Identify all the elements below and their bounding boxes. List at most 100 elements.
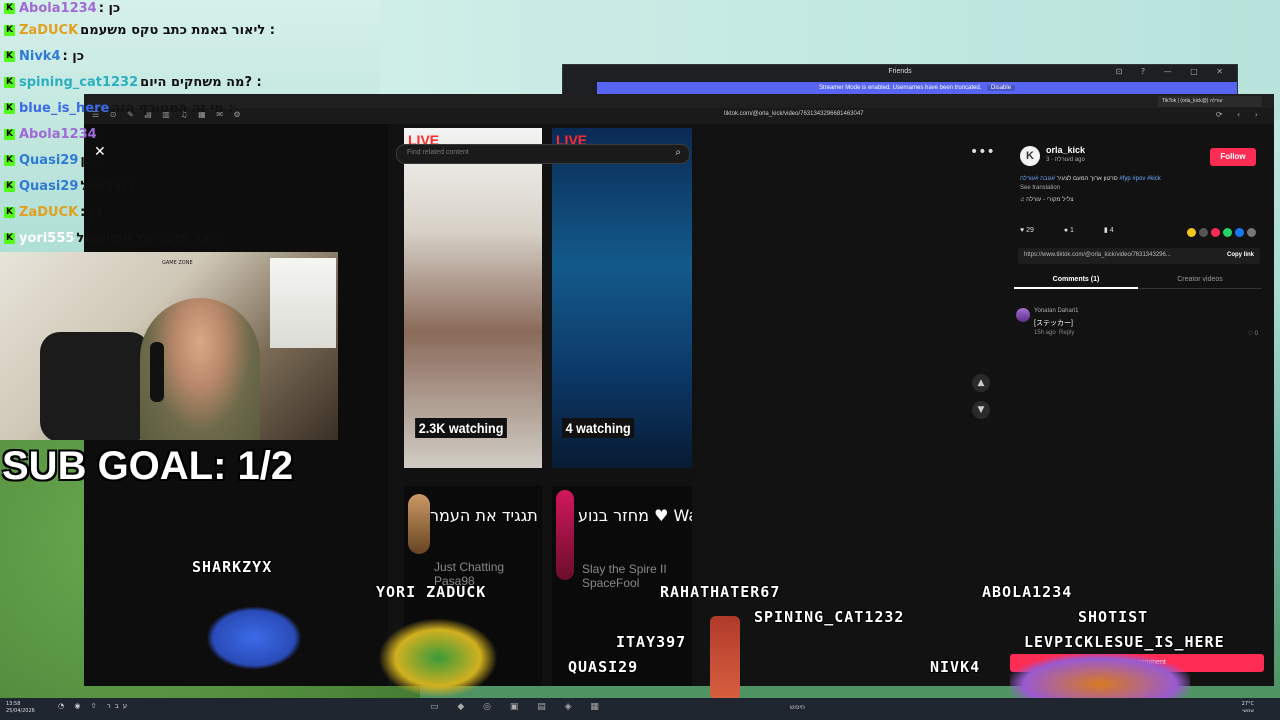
embed-icon	[1199, 228, 1208, 238]
chat-message: K Abola1234: כן	[4, 0, 120, 18]
disable-button[interactable]: Disable	[987, 85, 1016, 91]
sound-link[interactable]: ♫ צליל מקורי - עורלה	[1020, 197, 1073, 203]
search-icon[interactable]: ⌕	[675, 147, 681, 158]
feed-card[interactable]: LIVE 2.3K watching	[404, 128, 542, 468]
chevron-down-icon[interactable]: ▼	[972, 401, 990, 419]
stream-title: המקינו - תגגיד את העמר...	[430, 506, 542, 525]
viewer-name-label: SPINING_CAT1232	[754, 608, 905, 626]
share-arrow-icon	[1247, 228, 1256, 238]
comment-like[interactable]: ♡ 0	[1248, 330, 1258, 337]
taskbar-apps[interactable]: ▭ ◆ ◎ ▣ ▤ ◈ ▦	[430, 702, 607, 712]
weather-widget[interactable]: 27°C שמשי	[1242, 701, 1254, 715]
comment-username[interactable]: Yonatan Dahari1	[1034, 308, 1078, 314]
viewer-name-label: ABOLA1234	[982, 583, 1073, 601]
tab-tiktok[interactable]: TikTok | (orla_kick@) עורלה	[1158, 96, 1262, 107]
chat-username[interactable]: yori555	[19, 231, 74, 246]
chat-username[interactable]: Abola1234	[19, 1, 97, 16]
chevron-up-icon[interactable]: ▲	[972, 374, 990, 392]
chat-username[interactable]: spining_cat1232	[19, 75, 138, 90]
chat-text: אל תדבר על ספייספול :	[76, 231, 221, 246]
viewer-name-label: QUASI29	[568, 658, 639, 676]
chat-text: מי זה המטורף הזה :	[111, 101, 234, 116]
webcam-screen-label: GAME ZONE	[162, 260, 193, 266]
save-button[interactable]: ▮ 4	[1104, 227, 1128, 234]
engagement-stats: ♥ 29 ● 1 ▮ 4	[1020, 226, 1142, 234]
watching-count: 2.3K watching	[415, 418, 508, 438]
streamer-avatar	[556, 490, 574, 580]
chat-text: : כן	[98, 1, 121, 16]
more-options-icon[interactable]: •••	[970, 144, 995, 160]
kick-badge-icon: K	[4, 155, 15, 166]
streamer-mode-banner: Streamer Mode is enabled. Usernames have…	[597, 82, 1237, 94]
fighter-sprites	[378, 618, 498, 698]
kick-badge-icon: K	[4, 3, 15, 14]
chat-username[interactable]: ZaDUCK	[19, 23, 78, 38]
chat-message: K Nivk4: כן	[4, 48, 84, 66]
stream-title: מחזר בנוע ♥ Warm Weat...	[578, 506, 692, 525]
taskbar: 13:58 25/04/2026 ◔ ◉ ⇧ עבר ▭ ◆ ◎ ▣ ▤ ◈ ▦ …	[0, 698, 1280, 720]
chat-message: K ZaDUCK: כן	[4, 204, 102, 222]
kick-badge-icon: K	[4, 129, 15, 140]
chat-username[interactable]: Quasi29	[19, 153, 78, 168]
chat-message: Kblue_is_here מי זה המטורף הזה :	[4, 100, 233, 118]
viewer-name-label: SHARKZYX	[192, 558, 273, 576]
system-tray-icons[interactable]: ◔ ◉ ⇧ עבר	[58, 702, 131, 710]
copy-link-button[interactable]: Copy link	[1227, 252, 1254, 258]
nav-buttons[interactable]: ⟳ ‹ ›	[1216, 110, 1264, 119]
send-icon	[1211, 228, 1220, 238]
coin-icon	[1187, 228, 1196, 238]
chat-message: Kspining_cat1232 מה משחקים היום? :	[4, 74, 262, 92]
viewer-name-label: RAHATHATER67	[660, 583, 781, 601]
avatar[interactable]: K	[1020, 146, 1040, 166]
share-icons[interactable]	[1184, 224, 1256, 242]
chat-text: : כן	[62, 49, 85, 64]
chat-username[interactable]: Nivk4	[19, 49, 61, 64]
tab-comments[interactable]: Comments (1)	[1014, 272, 1138, 289]
microphone	[150, 342, 164, 402]
chat-text: כן :	[80, 153, 102, 168]
webcam-feed: GAME ZONE	[0, 252, 338, 440]
tab-bar: TikTok | (orla_kick@) עורלה	[84, 94, 1274, 108]
video-details-panel: K orla_kick עורלה · 3d ago Follow סרטון …	[1010, 136, 1268, 686]
chat-message: Kyori555 אל תדבר על ספייספול :	[4, 230, 221, 248]
viewer-name-label: SHOTIST	[1078, 608, 1149, 626]
viewer-name-label: LEVPICKLESUE_IS_HERE	[1024, 633, 1225, 651]
tab-creator-videos[interactable]: Creator videos	[1138, 272, 1262, 287]
video-caption: סרטון ארוך המעם לצעיר #גובה #עורלה #fyp …	[1020, 176, 1161, 182]
kick-badge-icon: K	[4, 51, 15, 62]
streamer-avatar	[408, 494, 430, 554]
chat-username[interactable]: blue_is_here	[19, 101, 109, 116]
chat-username[interactable]: Quasi29	[19, 179, 78, 194]
viewer-name-label: ITAY397	[616, 633, 687, 651]
chat-message: K ZaDUCK ליאור באמת כתב טקס משעמם :	[4, 22, 275, 40]
share-link-url[interactable]: https://www.tiktok.com/@orla_kick/video/…	[1024, 252, 1171, 258]
webcam-window	[270, 258, 336, 348]
follow-button[interactable]: Follow	[1210, 148, 1256, 166]
creator-username[interactable]: orla_kick	[1046, 145, 1085, 155]
comment-avatar[interactable]	[1016, 308, 1030, 322]
sub-goal-text: SUB GOAL: 1/2	[2, 444, 294, 488]
comment-button[interactable]: ● 1	[1064, 227, 1088, 234]
chat-message: K Quasi29 כן :	[4, 152, 102, 170]
comment-text: [ステッカー]	[1034, 320, 1073, 327]
kick-badge-icon: K	[4, 207, 15, 218]
window-controls[interactable]: ⊡ ? — □ ✕	[1116, 67, 1231, 76]
whatsapp-icon	[1223, 228, 1232, 238]
reply-link[interactable]: Reply	[1059, 330, 1074, 336]
feed-card[interactable]: LIVE 4 watching	[552, 128, 692, 468]
viewer-name-label: NIVK4	[930, 658, 981, 676]
taskbar-search[interactable]: חיפוש	[790, 704, 805, 711]
kick-badge-icon: K	[4, 25, 15, 36]
chat-username[interactable]: Abola1234	[19, 127, 97, 142]
search-bar[interactable]: Find related content ⌕	[396, 144, 690, 164]
chat-text: ליאור באמת כתב טקס משעמם :	[80, 23, 275, 38]
streamer-mode-text: Streamer Mode is enabled. Usernames have…	[818, 85, 982, 91]
stream-category: Slay the Spire II SpaceFool	[582, 562, 667, 590]
search-input[interactable]: Find related content	[407, 149, 469, 156]
see-translation-link[interactable]: See translation	[1020, 185, 1060, 191]
like-button[interactable]: ♥ 29	[1020, 227, 1048, 234]
viewer-name-label: YORI ZADUCK	[376, 583, 487, 601]
address-bar[interactable]: tiktok.com/@orla_kick/video/763134329668…	[724, 111, 864, 117]
clock[interactable]: 13:58 25/04/2026	[6, 701, 35, 715]
chat-username[interactable]: ZaDUCK	[19, 205, 78, 220]
